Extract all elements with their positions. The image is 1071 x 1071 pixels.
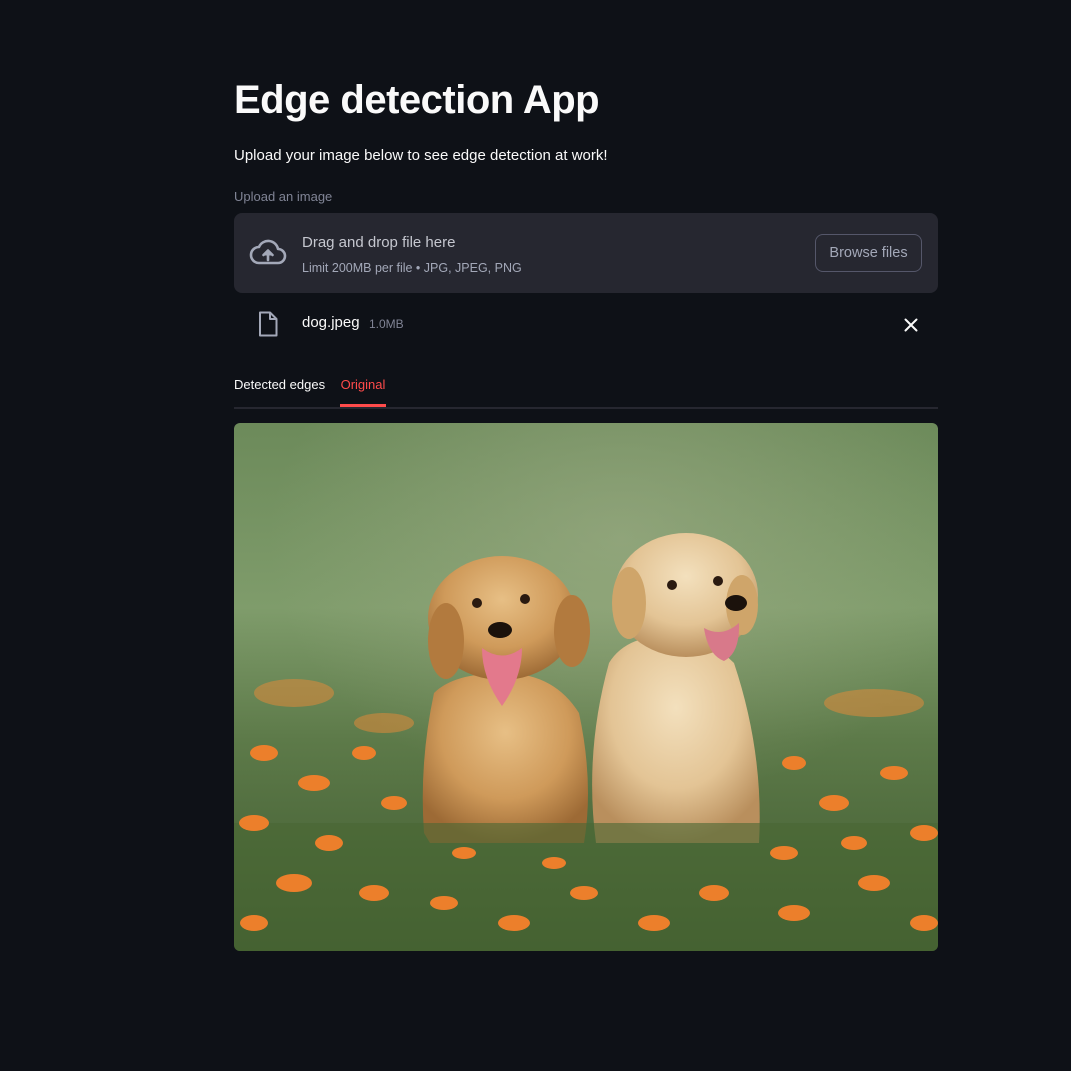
file-dropzone[interactable]: Drag and drop file here Limit 200MB per … — [234, 213, 938, 293]
dropzone-instructions: Drag and drop file here — [302, 234, 456, 251]
tab-bar: Detected edges Original — [234, 372, 938, 409]
puppies-photo — [234, 423, 938, 951]
file-size: 1.0MB — [369, 317, 404, 331]
cloud-upload-icon — [249, 239, 287, 265]
upload-label: Upload an image — [234, 189, 333, 204]
file-icon — [259, 311, 278, 337]
browse-files-button[interactable]: Browse files — [815, 234, 922, 272]
dropzone-limit-text: Limit 200MB per file • JPG, JPEG, PNG — [302, 261, 522, 275]
file-name: dog.jpeg — [302, 314, 360, 331]
uploaded-file-row: dog.jpeg 1.0MB — [234, 305, 938, 345]
active-tab-indicator — [340, 404, 386, 407]
page-title: Edge detection App — [234, 78, 600, 122]
tab-original[interactable]: Original — [340, 377, 386, 407]
close-icon[interactable] — [902, 316, 920, 334]
tab-detected-edges[interactable]: Detected edges — [234, 377, 325, 407]
page-subtitle: Upload your image below to see edge dete… — [234, 147, 608, 164]
original-image — [234, 423, 938, 951]
